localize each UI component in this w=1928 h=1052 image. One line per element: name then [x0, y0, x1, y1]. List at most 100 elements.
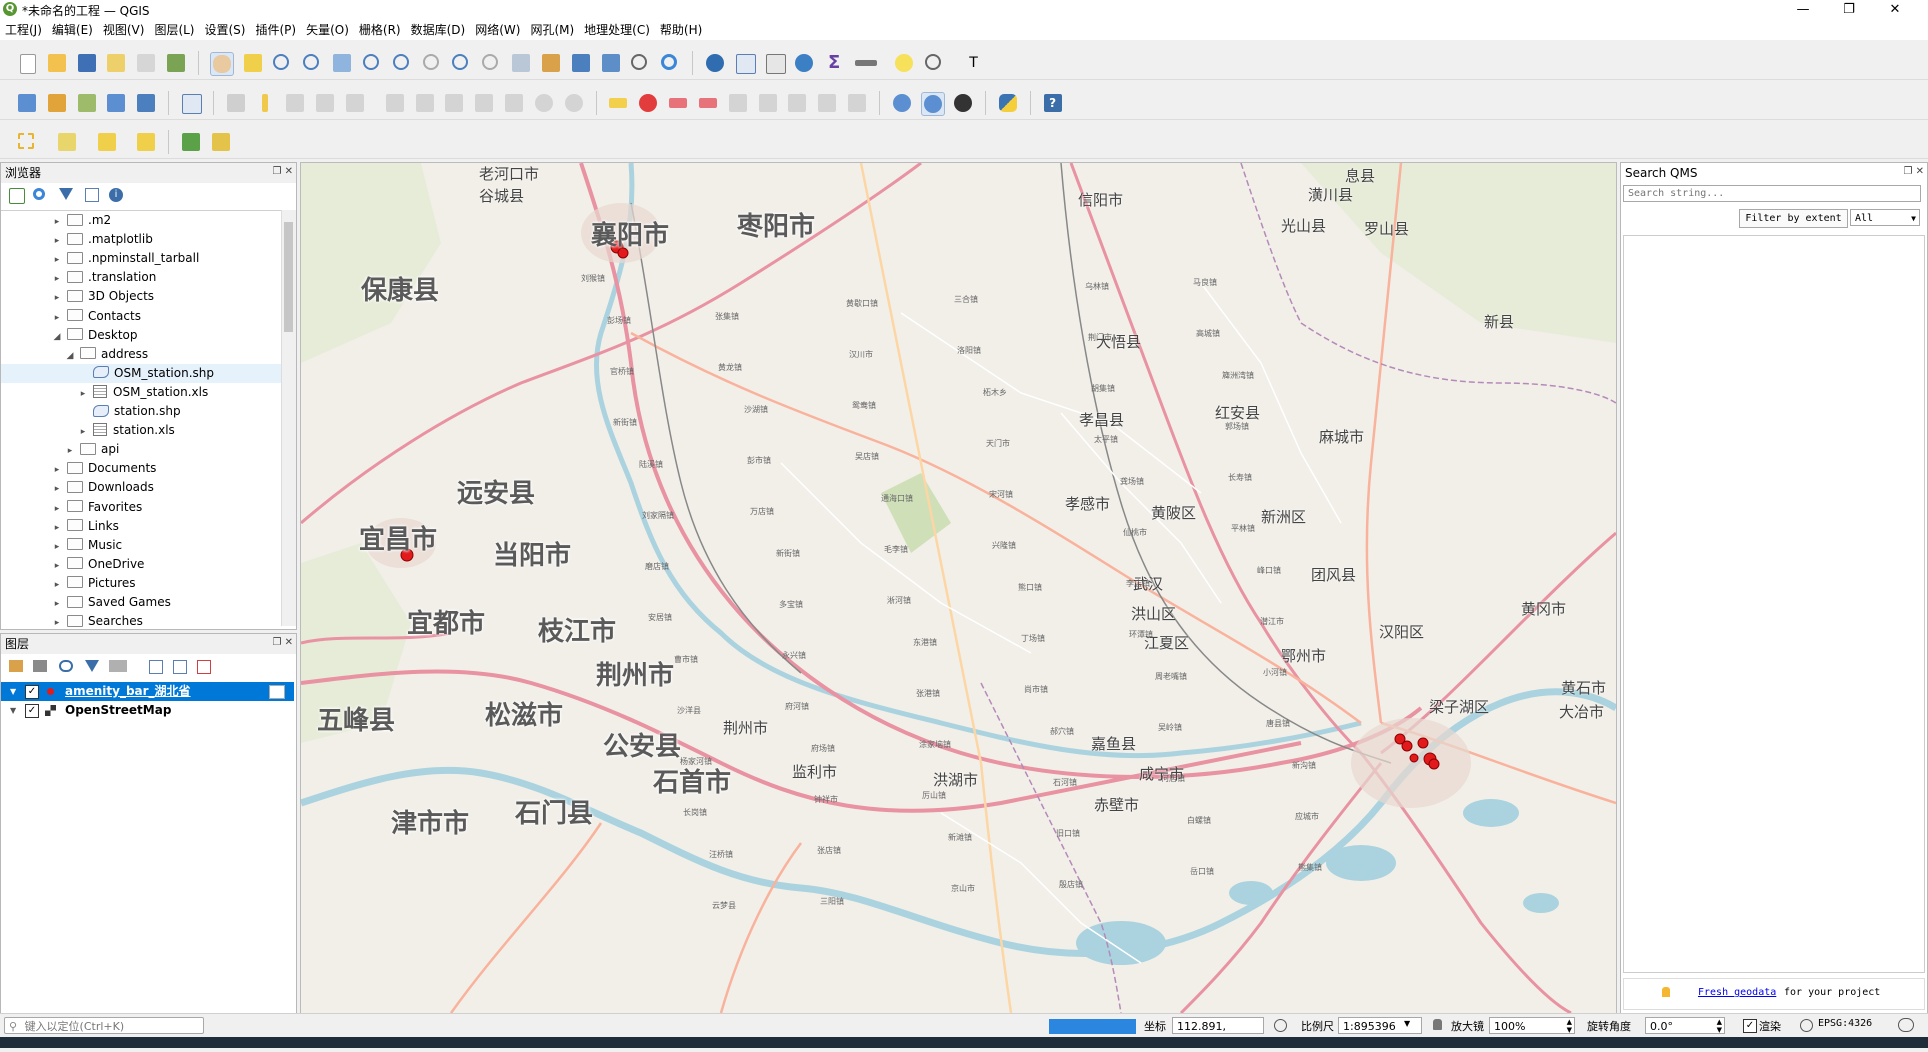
minimize-button[interactable]: —: [1780, 0, 1826, 20]
deselect-all-icon[interactable]: [96, 131, 128, 153]
menu-view[interactable]: 视图(V): [98, 20, 150, 40]
map-tips-icon[interactable]: [893, 52, 915, 74]
magnifier-spinbox[interactable]: 100% ▲ ▼: [1489, 1017, 1575, 1034]
refresh-browser-icon[interactable]: [33, 188, 45, 200]
qms-results-list[interactable]: [1623, 235, 1925, 973]
browser-item[interactable]: ▸ .translation: [1, 268, 281, 287]
browser-item[interactable]: OSM_station.shp: [1, 363, 281, 383]
qms-search-icon[interactable]: [920, 92, 945, 116]
add-vector-layer-icon[interactable]: [76, 92, 98, 114]
layer-visibility-checkbox[interactable]: ✓: [25, 685, 39, 699]
move-label-icon[interactable]: [727, 92, 749, 114]
pin-labels-icon[interactable]: [667, 92, 689, 114]
text-annotation-icon[interactable]: T: [963, 52, 995, 74]
python-console-icon[interactable]: [997, 92, 1019, 114]
layer-row[interactable]: ▼ ✓ OpenStreetMap: [1, 701, 294, 720]
delete-selected-icon[interactable]: [414, 92, 436, 114]
menu-processing[interactable]: 地理处理(C): [579, 20, 655, 40]
panel-float-close-icons[interactable]: ❐ ✕: [1903, 166, 1924, 177]
open-layer-styling-icon[interactable]: [9, 660, 23, 672]
zoom-native-icon[interactable]: [421, 52, 443, 74]
select-location-icon[interactable]: [923, 52, 955, 74]
layer-indicator-icon[interactable]: [269, 685, 285, 699]
new-map-view-icon[interactable]: [510, 52, 532, 74]
filter-by-extent-button[interactable]: Filter by extent: [1739, 209, 1848, 228]
coordinate-field[interactable]: 112.891, 31.114: [1172, 1017, 1264, 1050]
remove-layer-icon[interactable]: [197, 660, 211, 674]
browser-item[interactable]: ▸ .m2: [1, 211, 281, 230]
change-label-icon[interactable]: [786, 92, 808, 114]
digitize-icon[interactable]: [105, 92, 127, 114]
diagram-tool-icon[interactable]: [637, 92, 659, 114]
zoom-selection-icon[interactable]: [361, 52, 383, 74]
menu-layer[interactable]: 图层(L): [149, 20, 199, 40]
identify-features-icon[interactable]: [704, 52, 726, 74]
layer-label[interactable]: amenity_bar_湖北省: [65, 682, 191, 701]
quickmapservices-icon[interactable]: [891, 92, 913, 114]
qms-search-input[interactable]: [1623, 185, 1921, 202]
browser-item[interactable]: ▸ OSM_station.xls: [1, 383, 281, 402]
add-virtual-layer-icon[interactable]: [135, 92, 157, 114]
cut-features-icon[interactable]: [443, 92, 465, 114]
save-project-icon[interactable]: [76, 52, 98, 74]
locator-bar[interactable]: ⚲ 键入以定位(Ctrl+K): [4, 1017, 204, 1034]
collapse-all-icon[interactable]: [85, 188, 99, 202]
current-edits-icon[interactable]: [225, 92, 247, 114]
map-canvas[interactable]: 襄阳市 枣阳市 保康县 远安县 宜昌市 当阳市 宜都市 枝江市 荆州市 五峰县 松滋市 公安县 石首市津…: [300, 162, 1617, 1014]
attribute-table-icon[interactable]: [734, 52, 756, 74]
zoom-next-icon[interactable]: [480, 52, 502, 74]
toggle-editing-icon[interactable]: [254, 92, 276, 114]
style-manager-icon[interactable]: [165, 52, 187, 74]
browser-item[interactable]: ▸ station.xls: [1, 421, 281, 440]
filter-expression-icon[interactable]: [109, 660, 127, 672]
browser-item[interactable]: ▸ Music: [1, 536, 281, 555]
browser-item[interactable]: ▸ Contacts: [1, 307, 281, 326]
maximize-button[interactable]: ❐: [1826, 0, 1872, 20]
add-delimited-text-icon[interactable]: [180, 92, 202, 114]
browser-item[interactable]: ▸ Searches: [1, 612, 281, 627]
menu-project[interactable]: 工程(J): [0, 20, 47, 40]
browser-item[interactable]: ◢ address: [1, 345, 281, 364]
pan-to-selection-icon[interactable]: [242, 52, 264, 74]
browser-item[interactable]: ▸ Downloads: [1, 478, 281, 497]
browser-item[interactable]: ▸ .npminstall_tarball: [1, 249, 281, 268]
globe-icon[interactable]: [1800, 1019, 1813, 1032]
label-properties-icon[interactable]: [846, 92, 868, 114]
browser-item[interactable]: ▸ Documents: [1, 459, 281, 478]
new-bookmark-icon[interactable]: [570, 52, 592, 74]
expand-all-icon[interactable]: [149, 660, 163, 674]
highlight-labels-icon[interactable]: [697, 92, 719, 114]
new-print-layout-icon[interactable]: [105, 52, 127, 74]
browser-item[interactable]: ▸ 3D Objects: [1, 287, 281, 306]
spinner-arrows-icon[interactable]: ▲ ▼: [1567, 1018, 1572, 1034]
rotation-spinbox[interactable]: 0.0° ▲ ▼: [1645, 1017, 1725, 1034]
help-icon[interactable]: ?: [1042, 92, 1064, 114]
select-location-tool-icon[interactable]: [135, 131, 157, 153]
refresh-icon[interactable]: [659, 52, 681, 74]
browser-item[interactable]: ▸ Pictures: [1, 574, 281, 593]
layer-label[interactable]: OpenStreetMap: [65, 701, 171, 720]
collapse-all-layers-icon[interactable]: [173, 660, 187, 674]
filter-select[interactable]: All ▼: [1850, 209, 1920, 226]
browser-item[interactable]: ▸ api: [1, 440, 281, 459]
fresh-geodata-link[interactable]: Fresh geodata: [1698, 987, 1776, 998]
field-calculator-icon[interactable]: [764, 52, 786, 74]
new-3d-map-icon[interactable]: [540, 52, 562, 74]
data-source-manager-icon[interactable]: [16, 92, 38, 114]
layout-manager-icon[interactable]: [135, 52, 157, 74]
manage-visibility-icon[interactable]: [59, 660, 73, 672]
menu-help[interactable]: 帮助(H): [655, 20, 707, 40]
layer-visibility-checkbox[interactable]: ✓: [25, 704, 39, 718]
menu-raster[interactable]: 栅格(R): [354, 20, 406, 40]
menu-edit[interactable]: 编辑(E): [47, 20, 98, 40]
rotate-label-icon[interactable]: [757, 92, 779, 114]
new-geopackage-icon[interactable]: [46, 92, 68, 114]
processing-toolbox-icon[interactable]: [793, 52, 815, 74]
expand-arrow-icon[interactable]: ▼: [10, 706, 16, 715]
lock-scale-icon[interactable]: [1433, 1019, 1442, 1030]
menu-plugins[interactable]: 插件(P): [250, 20, 301, 40]
browser-item[interactable]: ▸ Saved Games: [1, 593, 281, 612]
redo-icon[interactable]: [563, 92, 585, 114]
statistical-summary-icon[interactable]: Σ: [823, 52, 845, 74]
browser-scrollbar[interactable]: [281, 210, 296, 626]
